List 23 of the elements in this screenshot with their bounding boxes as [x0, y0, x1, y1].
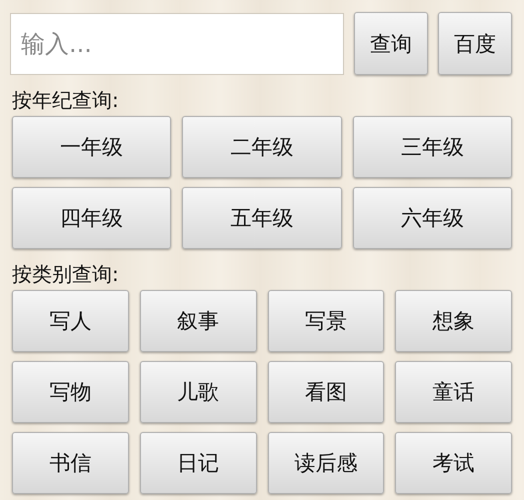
category-button[interactable]: 写物 [12, 361, 129, 423]
category-button[interactable]: 儿歌 [140, 361, 256, 423]
section-label: 按类别查询: [12, 261, 120, 288]
category-button[interactable]: 写景 [268, 290, 384, 352]
category-button[interactable]: 四年级 [12, 187, 172, 249]
category-button[interactable]: 五年级 [182, 187, 342, 249]
section-label: 按年纪查询: [12, 87, 120, 114]
category-button[interactable]: 看图 [268, 361, 384, 423]
category-button[interactable]: 想象 [395, 290, 512, 352]
category-button[interactable]: 二年级 [182, 116, 342, 178]
category-button[interactable]: 一年级 [12, 116, 172, 178]
category-button[interactable]: 叙事 [140, 290, 256, 352]
category-button[interactable]: 书信 [12, 432, 129, 494]
category-button[interactable]: 日记 [140, 432, 256, 494]
search-button[interactable]: 查询 [354, 12, 428, 75]
search-button[interactable]: 百度 [438, 12, 512, 75]
category-button[interactable]: 考试 [395, 432, 512, 494]
category-button[interactable]: 读后感 [268, 432, 384, 494]
category-button[interactable]: 六年级 [352, 187, 512, 249]
category-button[interactable]: 三年级 [352, 116, 512, 178]
category-button[interactable]: 写人 [12, 290, 129, 352]
category-button[interactable]: 童话 [395, 361, 512, 423]
search-field[interactable]: 输入... [10, 12, 344, 74]
